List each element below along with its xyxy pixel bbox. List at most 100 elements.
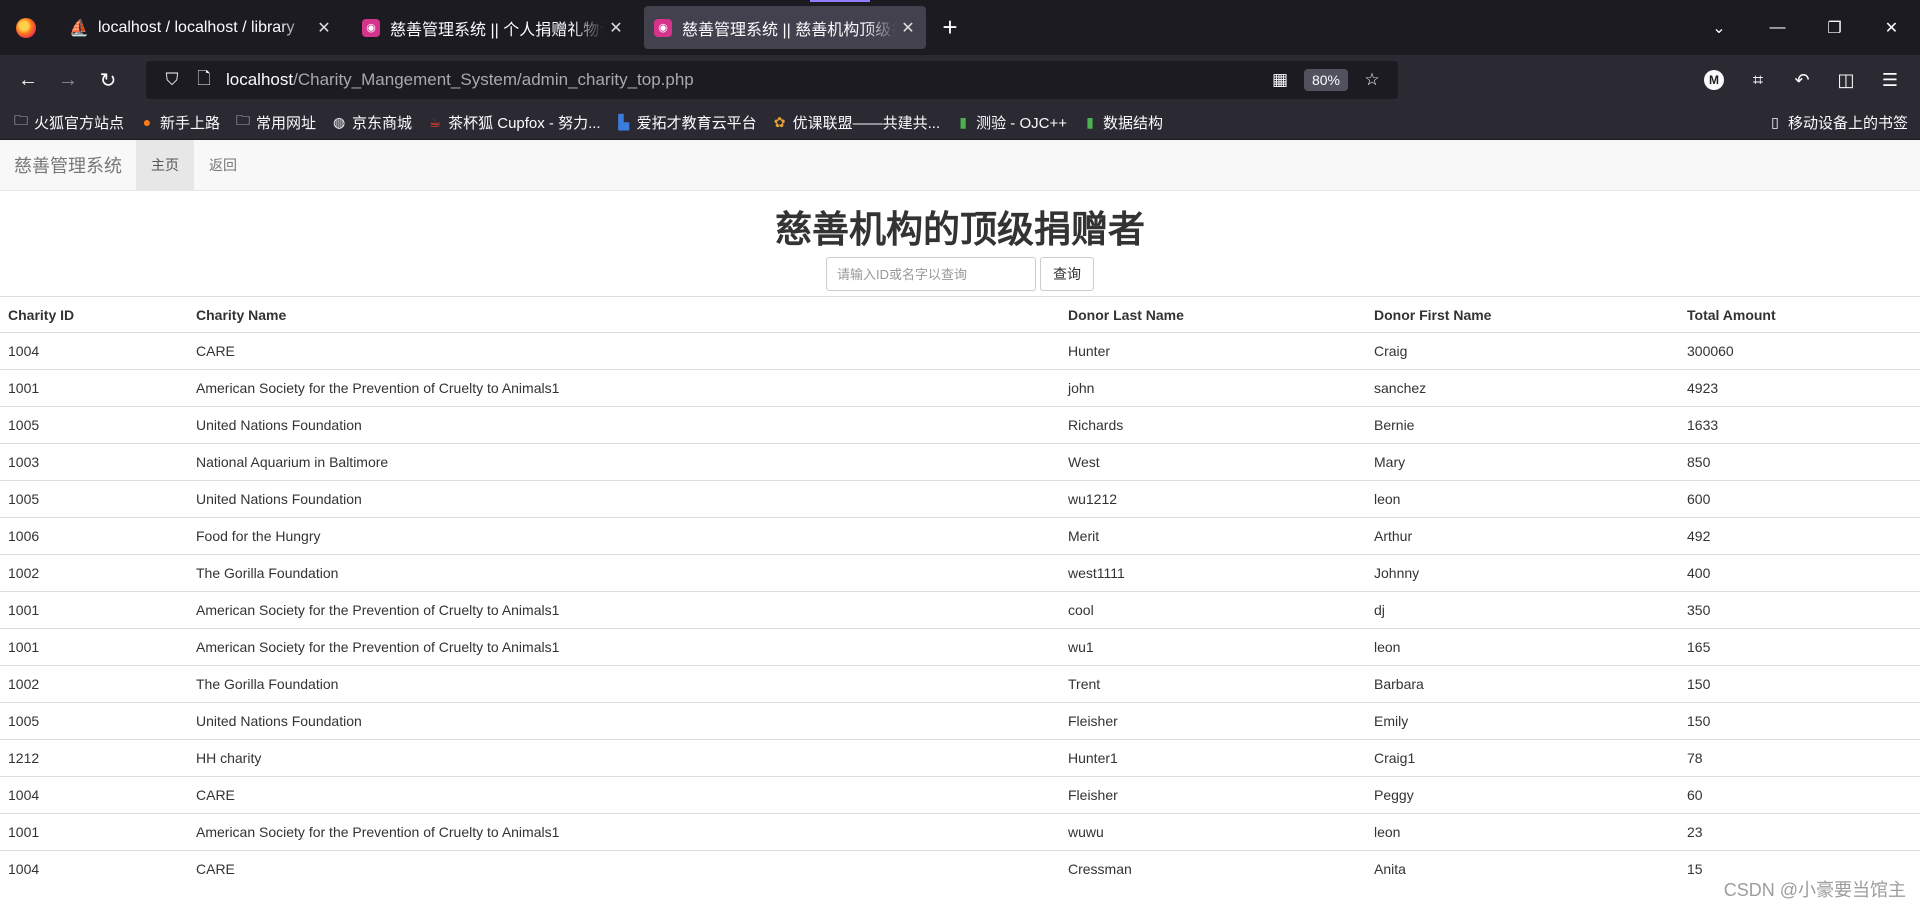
globe-icon: ◍	[332, 113, 346, 130]
bookmark-item[interactable]: ▮ 测验 - OJC++	[954, 112, 1067, 133]
table-cell: Merit	[1060, 517, 1366, 555]
qr-code-icon[interactable]: ▦	[1264, 70, 1296, 90]
new-tab-button[interactable]: +	[928, 0, 972, 55]
app-icon: ◉	[362, 18, 380, 37]
table-cell: Hunter1	[1060, 739, 1366, 777]
book-icon: ▮	[1086, 113, 1094, 130]
column-header: Charity Name	[188, 296, 1060, 333]
table-row: 1001 American Society for the Prevention …	[0, 369, 1920, 407]
column-header: Donor Last Name	[1060, 296, 1366, 333]
table-cell: CARE	[188, 332, 1060, 370]
bookmarks-bar: 🗀 火狐官方站点 ● 新手上路 🗀 常用网址 ◍ 京东商城 ☕ 茶杯狐 Cupfox - …	[0, 105, 1920, 140]
browser-tab-1[interactable]: ◉ 慈善管理系统 || 个人捐赠礼物记录 ✕	[352, 6, 634, 49]
url-bar[interactable]: ⛉ 🗋 localhost/Charity_Mangement_System/a…	[146, 61, 1398, 99]
minimize-icon[interactable]: —	[1749, 0, 1806, 55]
mobile-bookmarks[interactable]: ▯ 移动设备上的书签	[1766, 112, 1908, 133]
column-header: Charity ID	[0, 296, 188, 333]
table-cell: Richards	[1060, 406, 1366, 444]
reload-icon[interactable]: ↻	[88, 62, 128, 98]
reader-icon[interactable]: ◫	[1824, 62, 1868, 98]
table-row: 1001 American Society for the Prevention …	[0, 628, 1920, 666]
bookmark-item[interactable]: ● 新手上路	[138, 112, 220, 133]
mobile-icon: ▯	[1771, 113, 1779, 130]
table-cell: 1004	[0, 850, 188, 888]
table-cell: 350	[1679, 591, 1920, 629]
firefox-icon: ●	[142, 114, 152, 130]
table-cell: Arthur	[1366, 517, 1679, 555]
table-cell: United Nations Foundation	[188, 406, 1060, 444]
restore-icon[interactable]: ❐	[1806, 0, 1863, 55]
bookmark-item[interactable]: 🗀 火狐官方站点	[12, 112, 124, 133]
table-cell: wu1	[1060, 628, 1366, 666]
brand-link[interactable]: 慈善管理系统	[0, 140, 136, 190]
table-cell: 1004	[0, 332, 188, 370]
table-row: 1005 United Nations Foundation wu1212 leon 6…	[0, 480, 1920, 518]
table-cell: west1111	[1060, 554, 1366, 592]
table-cell: Craig	[1366, 332, 1679, 370]
table-cell: The Gorilla Foundation	[188, 665, 1060, 703]
table-cell: American Society for the Prevention of C…	[188, 369, 1060, 407]
browser-tab-2[interactable]: ◉ 慈善管理系统 || 慈善机构顶级捐赠者 ✕	[644, 6, 926, 49]
top-donors-table: Charity ID Charity Name Donor Last Name …	[0, 296, 1920, 888]
table-cell: 1001	[0, 813, 188, 851]
table-cell: 78	[1679, 739, 1920, 777]
table-cell: HH charity	[188, 739, 1060, 777]
bookmark-item[interactable]: ✿ 优课联盟——共建共...	[771, 112, 940, 133]
search-button[interactable]: 查询	[1040, 257, 1094, 291]
table-cell: 1006	[0, 517, 188, 555]
table-cell: 165	[1679, 628, 1920, 666]
nav-home[interactable]: 主页	[136, 140, 194, 190]
menu-icon[interactable]: ☰	[1868, 62, 1912, 98]
bookmark-item[interactable]: 🗀 常用网址	[234, 112, 316, 133]
table-cell: john	[1060, 369, 1366, 407]
table-cell: cool	[1060, 591, 1366, 629]
table-cell: 1633	[1679, 406, 1920, 444]
table-cell: wuwu	[1060, 813, 1366, 851]
column-header: Total Amount	[1679, 296, 1920, 333]
table-cell: 1212	[0, 739, 188, 777]
table-row: 1004 CARE Cressman Anita 15	[0, 850, 1920, 888]
zoom-level[interactable]: 80%	[1303, 69, 1348, 91]
forward-arrow-icon[interactable]: →	[48, 62, 88, 98]
browser-tab-0[interactable]: ⛵ localhost / localhost / library ✕	[60, 6, 342, 49]
close-tab-icon[interactable]: ✕	[608, 18, 624, 38]
app-navbar: 慈善管理系统 主页 返回	[0, 140, 1920, 191]
crop-icon[interactable]: ⌗	[1736, 62, 1780, 98]
bookmark-item[interactable]: ☕ 茶杯狐 Cupfox - 努力...	[426, 112, 601, 133]
undo-icon[interactable]: ↶	[1780, 62, 1824, 98]
bookmark-item[interactable]: ◍ 京东商城	[330, 112, 412, 133]
table-cell: 300060	[1679, 332, 1920, 370]
table-cell: 1005	[0, 702, 188, 740]
search-input[interactable]	[826, 257, 1036, 291]
tab-title: localhost / localhost / library	[98, 18, 295, 36]
table-cell: leon	[1366, 628, 1679, 666]
star-icon[interactable]: ☆	[1356, 70, 1388, 90]
table-cell: 150	[1679, 702, 1920, 740]
page-icon[interactable]: 🗋	[188, 66, 220, 95]
close-window-icon[interactable]: ✕	[1863, 0, 1920, 55]
browser-nav-bar: ← → ↻ ⛉ 🗋 localhost/Charity_Mangement_Sy…	[0, 55, 1920, 105]
bookmark-item[interactable]: ▙ 爱拓才教育云平台	[615, 112, 756, 133]
table-cell: dj	[1366, 591, 1679, 629]
bookmark-item[interactable]: ▮ 数据结构	[1081, 112, 1163, 133]
firefox-logo-icon[interactable]	[0, 0, 52, 55]
table-cell: 1003	[0, 443, 188, 481]
close-tab-icon[interactable]: ✕	[900, 18, 916, 38]
table-cell: Mary	[1366, 443, 1679, 481]
table-cell: 1005	[0, 406, 188, 444]
table-cell: 1002	[0, 665, 188, 703]
chevron-down-icon[interactable]: ⌄	[1689, 0, 1749, 55]
table-cell: 23	[1679, 813, 1920, 851]
url-text[interactable]: localhost/Charity_Mangement_System/admin…	[226, 70, 1264, 90]
cupfox-icon: ☕	[428, 113, 442, 130]
table-cell: 850	[1679, 443, 1920, 481]
back-arrow-icon[interactable]: ←	[8, 62, 48, 98]
nav-back[interactable]: 返回	[194, 140, 252, 190]
table-cell: Anita	[1366, 850, 1679, 888]
table-cell: Food for the Hungry	[188, 517, 1060, 555]
folder-icon: 🗀	[14, 112, 28, 128]
close-tab-icon[interactable]: ✕	[316, 18, 332, 38]
account-icon[interactable]: M	[1692, 62, 1736, 98]
shield-icon[interactable]: ⛉	[156, 70, 188, 90]
table-row: 1002 The Gorilla Foundation west1111 Johnny…	[0, 554, 1920, 592]
